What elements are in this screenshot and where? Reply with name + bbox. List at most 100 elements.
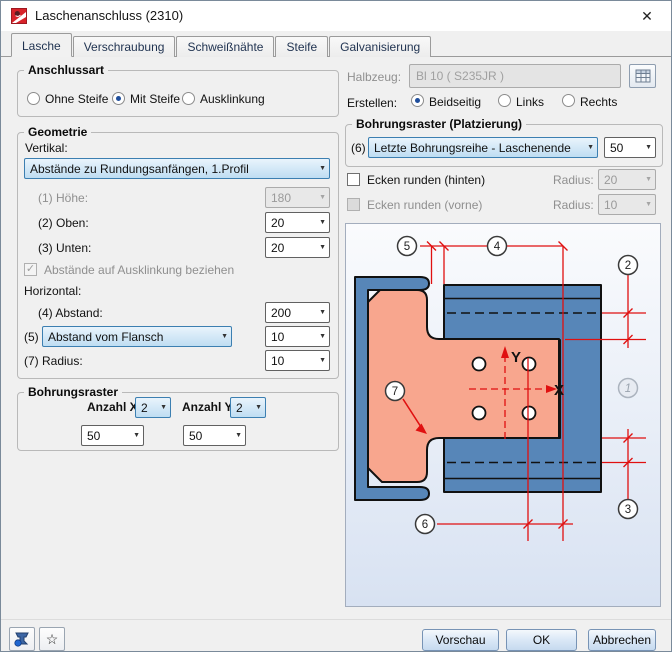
oben-select[interactable]: 20 ▼ <box>265 212 330 233</box>
unten-label: (3) Unten: <box>38 241 91 255</box>
hoehe-select-value: 180 <box>271 191 291 205</box>
close-icon[interactable]: ✕ <box>631 1 663 31</box>
anzahl-x-select[interactable]: 2 ▼ <box>135 397 171 418</box>
oben-select-value: 20 <box>271 216 284 230</box>
diagram-drawing: Y X 5 4 2 1 7 6 3 <box>346 224 660 606</box>
ecken-hinten-checkbox[interactable] <box>347 173 360 186</box>
hoehe-select: 180 ▼ <box>265 187 330 208</box>
radio-ausklinkung[interactable] <box>182 92 195 105</box>
radio-mit-steife-label[interactable]: Mit Steife <box>130 92 180 106</box>
tab-verschraubung[interactable]: Verschraubung <box>73 36 176 57</box>
radius7-select[interactable]: 10 ▼ <box>265 350 330 371</box>
radius7-label: (7) Radius: <box>24 354 83 368</box>
tab-lasche[interactable]: Lasche <box>11 33 72 57</box>
chevron-down-icon: ▼ <box>583 144 594 151</box>
ecken-vorne-label: Ecken runden (vorne) <box>367 198 482 212</box>
chevron-down-icon: ▼ <box>641 144 652 151</box>
radio-rechts[interactable] <box>562 94 575 107</box>
favorite-button[interactable]: ☆ <box>39 627 65 651</box>
vorschau-button[interactable]: Vorschau <box>422 629 499 651</box>
vertikal-label: Vertikal: <box>25 141 68 155</box>
callout-5: 5 <box>404 241 410 253</box>
flansch-abstand-select[interactable]: 10 ▼ <box>265 326 330 347</box>
flansch-select[interactable]: Abstand vom Flansch ▼ <box>42 326 232 347</box>
callout-6: 6 <box>422 519 428 531</box>
chevron-down-icon: ▼ <box>315 333 326 340</box>
bolt-hole <box>473 358 486 371</box>
vertikal-select[interactable]: Abstände zu Rundungsanfängen, 1.Profil ▼ <box>24 158 330 179</box>
unten-select-value: 20 <box>271 241 284 255</box>
section-table-button[interactable] <box>629 64 656 88</box>
group-geometrie-title: Geometrie <box>24 125 91 139</box>
radio-beidseitig[interactable] <box>411 94 424 107</box>
platzierung-select[interactable]: Letzte Bohrungsreihe - Laschenende ▼ <box>368 137 598 158</box>
tab-steife[interactable]: Steife <box>275 36 328 57</box>
window-title: Laschenanschluss (2310) <box>35 1 183 31</box>
anzahl-y-select[interactable]: 2 ▼ <box>230 397 266 418</box>
abstand-label: (4) Abstand: <box>38 306 103 320</box>
flansch-select-value: Abstand vom Flansch <box>48 330 163 344</box>
chevron-down-icon: ▼ <box>641 176 652 183</box>
platzierung-value: 50 <box>610 141 623 155</box>
radio-ausklinkung-label[interactable]: Ausklinkung <box>200 92 265 106</box>
y-axis-label: Y <box>511 349 521 366</box>
callout-3: 3 <box>625 504 631 516</box>
flansch-abstand-value: 10 <box>271 330 284 344</box>
chevron-down-icon: ▼ <box>156 404 167 411</box>
radio-links-label[interactable]: Links <box>516 95 544 109</box>
radio-ohne-steife-label[interactable]: Ohne Steife <box>45 92 108 106</box>
anzahl-y-value: 2 <box>236 401 243 415</box>
title-bar: Laschenanschluss (2310) ✕ <box>1 1 671 31</box>
callout-1: 1 <box>625 383 631 395</box>
tab-galvanisierung[interactable]: Galvanisierung <box>329 36 431 57</box>
unten-select[interactable]: 20 ▼ <box>265 237 330 258</box>
tab-strip: Lasche Verschraubung Schweißnähte Steife… <box>11 33 667 57</box>
radio-mit-steife[interactable] <box>112 92 125 105</box>
chevron-down-icon: ▼ <box>231 432 242 439</box>
platzierung-value-select[interactable]: 50 ▼ <box>604 137 656 158</box>
ecken-hinten-label[interactable]: Ecken runden (hinten) <box>367 173 485 187</box>
connection-preview-diagram: Y X 5 4 2 1 7 6 3 <box>345 223 661 607</box>
bolt-hole <box>523 407 536 420</box>
radio-ohne-steife[interactable] <box>27 92 40 105</box>
ecken-hinten-radius-value: 20 <box>604 173 617 187</box>
oben-label: (2) Oben: <box>38 216 89 230</box>
group-bohrungsraster-title: Bohrungsraster <box>24 385 122 399</box>
anzahl-x-label: Anzahl X: <box>87 400 142 414</box>
footer-separator <box>1 619 671 620</box>
hoehe-label: (1) Höhe: <box>38 191 88 205</box>
ecken-vorne-radius-select: 10 ▼ <box>598 194 656 215</box>
radio-links[interactable] <box>498 94 511 107</box>
ok-button[interactable]: OK <box>506 629 577 651</box>
steel-connection-icon <box>13 631 31 647</box>
abstand-x-value: 50 <box>87 429 100 443</box>
chevron-down-icon: ▼ <box>217 333 228 340</box>
x-axis-label: X <box>554 382 564 399</box>
ecken-hinten-radius-label: Radius: <box>553 173 594 187</box>
star-icon: ☆ <box>46 631 59 648</box>
ausklinkung-checkbox: ✓ <box>24 263 37 276</box>
radio-rechts-label[interactable]: Rechts <box>580 95 617 109</box>
chevron-down-icon: ▼ <box>315 357 326 364</box>
abbrechen-button[interactable]: Abbrechen <box>588 629 656 651</box>
abstand-y-select[interactable]: 50 ▼ <box>183 425 246 446</box>
radius7-select-value: 10 <box>271 354 284 368</box>
chevron-down-icon: ▼ <box>315 244 326 251</box>
abstand-select[interactable]: 200 ▼ <box>265 302 330 323</box>
radio-beidseitig-label[interactable]: Beidseitig <box>429 95 481 109</box>
tab-schweissnaehte[interactable]: Schweißnähte <box>176 36 274 57</box>
callout-4: 4 <box>494 241 501 253</box>
anzahl-y-label: Anzahl Y: <box>182 400 236 414</box>
ecken-vorne-radius-label: Radius: <box>553 198 594 212</box>
chevron-down-icon: ▼ <box>251 404 262 411</box>
abstand-x-select[interactable]: 50 ▼ <box>81 425 144 446</box>
chevron-down-icon: ▼ <box>315 219 326 226</box>
ecken-vorne-checkbox <box>347 198 360 211</box>
abstand-select-value: 200 <box>271 306 291 320</box>
halbzeug-label: Halbzeug: <box>347 70 401 84</box>
chevron-down-icon: ▼ <box>315 194 326 201</box>
connection-info-button[interactable] <box>9 627 35 651</box>
chevron-down-icon: ▼ <box>641 201 652 208</box>
check-icon: ✓ <box>26 263 35 275</box>
chevron-down-icon: ▼ <box>129 432 140 439</box>
